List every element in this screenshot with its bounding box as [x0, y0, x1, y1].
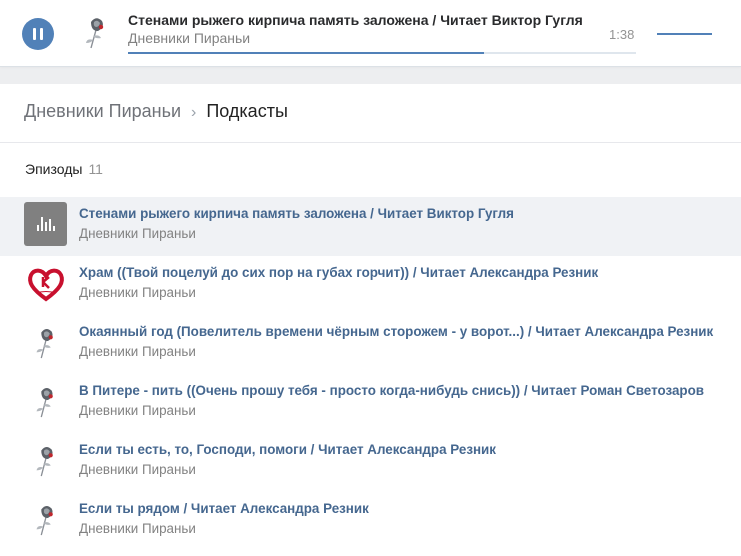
episode-artist[interactable]: Дневники Пираньи	[79, 521, 196, 536]
episode-title[interactable]: Если ты рядом / Читает Александра Резник	[79, 501, 369, 516]
heart-logo	[24, 261, 67, 305]
list-item[interactable]: В Питере - пить ((Очень прошу тебя - про…	[0, 374, 741, 433]
rose-icon	[78, 12, 114, 52]
episodes-label: Эпизоды	[25, 161, 83, 177]
breadcrumb-current: Подкасты	[206, 101, 288, 121]
episode-artist[interactable]: Дневники Пираньи	[79, 285, 196, 300]
episode-title[interactable]: Стенами рыжего кирпича память заложена /…	[79, 206, 514, 221]
list-item[interactable]: Окаянный год (Повелитель времени чёрным …	[0, 315, 741, 374]
pause-button[interactable]	[22, 18, 54, 50]
episode-title[interactable]: Окаянный год (Повелитель времени чёрным …	[79, 324, 713, 339]
episode-list: Стенами рыжего кирпича память заложена /…	[0, 197, 741, 551]
list-item[interactable]: Если ты рядом / Читает Александра Резник…	[0, 492, 741, 551]
audio-player: Стенами рыжего кирпича память заложена /…	[0, 0, 741, 66]
player-time: 1:38	[609, 27, 635, 42]
rose-icon	[24, 497, 67, 541]
episode-title[interactable]: Храм ((Твой поцелуй до сих пор на губах …	[79, 265, 598, 280]
episode-artist[interactable]: Дневники Пираньи	[79, 226, 196, 241]
progress-bar[interactable]	[128, 52, 636, 54]
episodes-count: 11	[88, 161, 103, 177]
divider	[0, 142, 741, 143]
player-track-title: Стенами рыжего кирпича память заложена /…	[128, 12, 583, 28]
pause-icon	[33, 28, 43, 40]
progress-fill	[128, 52, 484, 54]
chevron-right-icon: ›	[191, 104, 197, 121]
episode-artist[interactable]: Дневники Пираньи	[79, 462, 196, 477]
episode-title[interactable]: Если ты есть, то, Господи, помоги / Чита…	[79, 442, 496, 457]
list-item[interactable]: Храм ((Твой поцелуй до сих пор на губах …	[0, 256, 741, 315]
episode-title[interactable]: В Питере - пить ((Очень прошу тебя - про…	[79, 383, 704, 398]
episode-artist[interactable]: Дневники Пираньи	[79, 403, 196, 418]
equalizer-icon	[24, 202, 67, 246]
volume-slider[interactable]	[657, 33, 712, 35]
rose-icon	[24, 320, 67, 364]
breadcrumb: Дневники Пираньи › Подкасты	[24, 101, 288, 122]
list-item[interactable]: Стенами рыжего кирпича память заложена /…	[0, 197, 741, 256]
podcasts-panel: Дневники Пираньи › Подкасты Эпизоды 11 Стен…	[0, 84, 741, 556]
breadcrumb-parent-link[interactable]: Дневники Пираньи	[24, 101, 181, 121]
list-item[interactable]: Если ты есть, то, Господи, помоги / Чита…	[0, 433, 741, 492]
episodes-header: Эпизоды 11	[25, 161, 103, 177]
episode-artist[interactable]: Дневники Пираньи	[79, 344, 196, 359]
rose-icon	[24, 379, 67, 423]
rose-icon	[24, 438, 67, 482]
player-track-artist[interactable]: Дневники Пираньи	[128, 30, 250, 46]
